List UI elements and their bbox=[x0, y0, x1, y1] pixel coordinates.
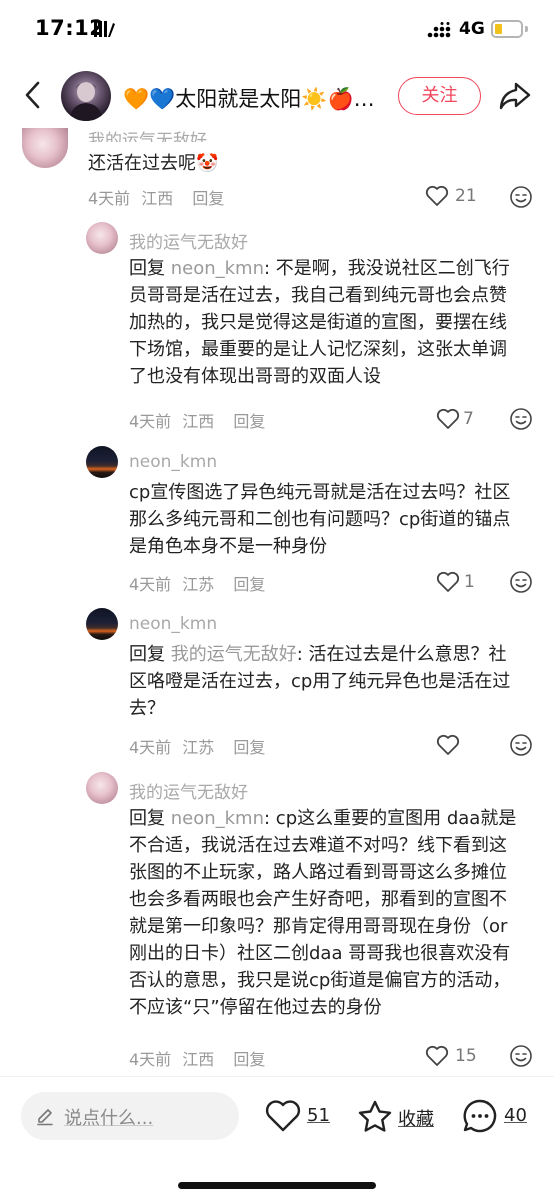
header: 🧡💙太阳就是太阳☀️🍎… 关注 bbox=[0, 62, 554, 128]
comment-text[interactable]: 还活在过去呢🤡 bbox=[88, 150, 508, 177]
emoji-reaction-icon[interactable] bbox=[509, 1044, 533, 1068]
comment-location: 江苏 bbox=[182, 738, 215, 757]
author-avatar[interactable] bbox=[61, 71, 111, 121]
reply-button[interactable]: 回复 bbox=[233, 575, 265, 594]
reply-item: neon_kmn 回复 我的运气无敌好: 活在过去是什么意思？社区咯噔是活在过去… bbox=[0, 608, 554, 758]
share-icon[interactable] bbox=[498, 80, 532, 112]
comment-username[interactable]: 我的运气无敌好 bbox=[88, 126, 207, 142]
signal-icon bbox=[427, 22, 453, 42]
commenter-avatar[interactable] bbox=[22, 128, 68, 168]
comment-time: 4天前 bbox=[129, 738, 172, 757]
reply-target[interactable]: neon_kmn bbox=[171, 808, 264, 829]
post-like-count: 51 bbox=[307, 1105, 330, 1126]
like-button[interactable] bbox=[436, 733, 466, 759]
reply-button[interactable]: 回复 bbox=[192, 189, 224, 208]
like-button[interactable]: 21 bbox=[425, 184, 485, 210]
comment-time: 4天前 bbox=[129, 412, 172, 431]
comment-username[interactable]: 我的运气无敌好 bbox=[129, 228, 248, 253]
commenter-avatar[interactable] bbox=[86, 608, 118, 640]
emoji-reaction-icon[interactable] bbox=[509, 185, 533, 209]
like-button[interactable]: 15 bbox=[425, 1044, 485, 1070]
comment-meta: 4天前 江西 回复 bbox=[129, 408, 265, 432]
comment-time: 4天前 bbox=[129, 575, 172, 594]
comment-text[interactable]: 回复 neon_kmn: 不是啊，我没说社区二创飞行员哥哥是活在过去，我自己看到… bbox=[129, 255, 521, 390]
emoji-reaction-icon[interactable] bbox=[509, 407, 533, 431]
comment-location: 江西 bbox=[182, 1050, 215, 1069]
comment-input[interactable]: 说点什么... bbox=[21, 1092, 239, 1140]
like-button[interactable]: 1 bbox=[436, 570, 486, 596]
comment-time: 4天前 bbox=[129, 1050, 172, 1069]
commenter-avatar[interactable] bbox=[86, 222, 118, 254]
heart-icon bbox=[436, 408, 460, 429]
comment-username[interactable]: 我的运气无敌好 bbox=[129, 778, 248, 803]
battery-icon bbox=[491, 20, 523, 38]
like-post-button[interactable]: 51 bbox=[265, 1097, 335, 1137]
status-bar: 17:12 4G bbox=[0, 0, 554, 62]
commenter-avatar[interactable] bbox=[86, 446, 118, 478]
reply-button[interactable]: 回复 bbox=[233, 1050, 265, 1069]
reply-body: : cp这么重要的宣图用 daa就是不合适，我说活在过去难道不对吗？线下看到这张… bbox=[129, 808, 517, 1018]
commenter-avatar[interactable] bbox=[86, 772, 118, 804]
reply-prefix: 回复 bbox=[129, 644, 171, 665]
bottom-action-bar: 说点什么... 51 收藏 40 bbox=[0, 1077, 554, 1199]
reply-item: 我的运气无敌好 回复 neon_kmn: cp这么重要的宣图用 daa就是不合适… bbox=[0, 772, 554, 1072]
comments-button[interactable]: 40 bbox=[462, 1097, 532, 1137]
emoji-reaction-icon[interactable] bbox=[509, 733, 533, 757]
notification-icon bbox=[93, 19, 115, 43]
reply-target[interactable]: 我的运气无敌好 bbox=[171, 644, 297, 665]
back-icon[interactable] bbox=[18, 79, 50, 111]
comment-input-placeholder: 说点什么... bbox=[64, 1108, 154, 1129]
comment-bubble-icon bbox=[463, 1099, 497, 1133]
comment-username[interactable]: neon_kmn bbox=[129, 452, 217, 472]
like-count: 7 bbox=[463, 409, 474, 429]
reply-prefix: 回复 bbox=[129, 808, 171, 829]
battery-cap bbox=[525, 26, 528, 32]
comment-text[interactable]: 回复 我的运气无敌好: 活在过去是什么意思？社区咯噔是活在过去，cp用了纯元异色… bbox=[129, 641, 521, 722]
reply-button[interactable]: 回复 bbox=[233, 738, 265, 757]
comment-username[interactable]: neon_kmn bbox=[129, 614, 217, 634]
emoji-reaction-icon[interactable] bbox=[509, 570, 533, 594]
comment-text[interactable]: cp宣传图选了异色纯元哥就是活在过去吗？社区那么多纯元哥和二创也有问题吗？cp街… bbox=[129, 479, 521, 560]
heart-icon bbox=[425, 185, 449, 206]
comment-meta: 4天前 江西 回复 bbox=[88, 185, 224, 209]
network-type: 4G bbox=[459, 19, 485, 39]
like-button[interactable]: 7 bbox=[436, 407, 486, 433]
home-indicator[interactable] bbox=[178, 1182, 376, 1189]
reply-button[interactable]: 回复 bbox=[233, 412, 265, 431]
comment-location: 江西 bbox=[141, 189, 174, 208]
collect-label: 收藏 bbox=[398, 1109, 434, 1130]
reply-prefix: 回复 bbox=[129, 258, 171, 279]
comment-count: 40 bbox=[504, 1105, 527, 1126]
comment-meta: 4天前 江苏 回复 bbox=[129, 734, 265, 758]
star-icon bbox=[358, 1100, 392, 1132]
pen-icon bbox=[37, 1109, 53, 1126]
like-count: 1 bbox=[464, 572, 475, 592]
heart-icon bbox=[265, 1100, 301, 1132]
reply-target[interactable]: neon_kmn bbox=[171, 258, 264, 279]
heart-icon bbox=[436, 734, 460, 755]
reply-item: neon_kmn cp宣传图选了异色纯元哥就是活在过去吗？社区那么多纯元哥和二创… bbox=[0, 446, 554, 594]
like-count: 21 bbox=[455, 186, 477, 206]
comment-meta: 4天前 江苏 回复 bbox=[129, 571, 265, 595]
like-count: 15 bbox=[455, 1046, 477, 1066]
reply-item: 我的运气无敌好 回复 neon_kmn: 不是啊，我没说社区二创飞行员哥哥是活在… bbox=[0, 222, 554, 434]
heart-icon bbox=[436, 571, 460, 592]
comment-item: 我的运气无敌好 还活在过去呢🤡 4天前 江西 回复 21 bbox=[0, 128, 554, 212]
heart-icon bbox=[425, 1045, 449, 1066]
comment-location: 江苏 bbox=[182, 575, 215, 594]
comment-time: 4天前 bbox=[88, 189, 131, 208]
author-name[interactable]: 🧡💙太阳就是太阳☀️🍎… bbox=[123, 83, 375, 113]
comment-location: 江西 bbox=[182, 412, 215, 431]
comment-text[interactable]: 回复 neon_kmn: cp这么重要的宣图用 daa就是不合适，我说活在过去难… bbox=[129, 805, 521, 1021]
follow-button[interactable]: 关注 bbox=[398, 77, 481, 115]
comment-meta: 4天前 江西 回复 bbox=[129, 1046, 265, 1070]
collect-button[interactable]: 收藏 bbox=[357, 1097, 437, 1137]
